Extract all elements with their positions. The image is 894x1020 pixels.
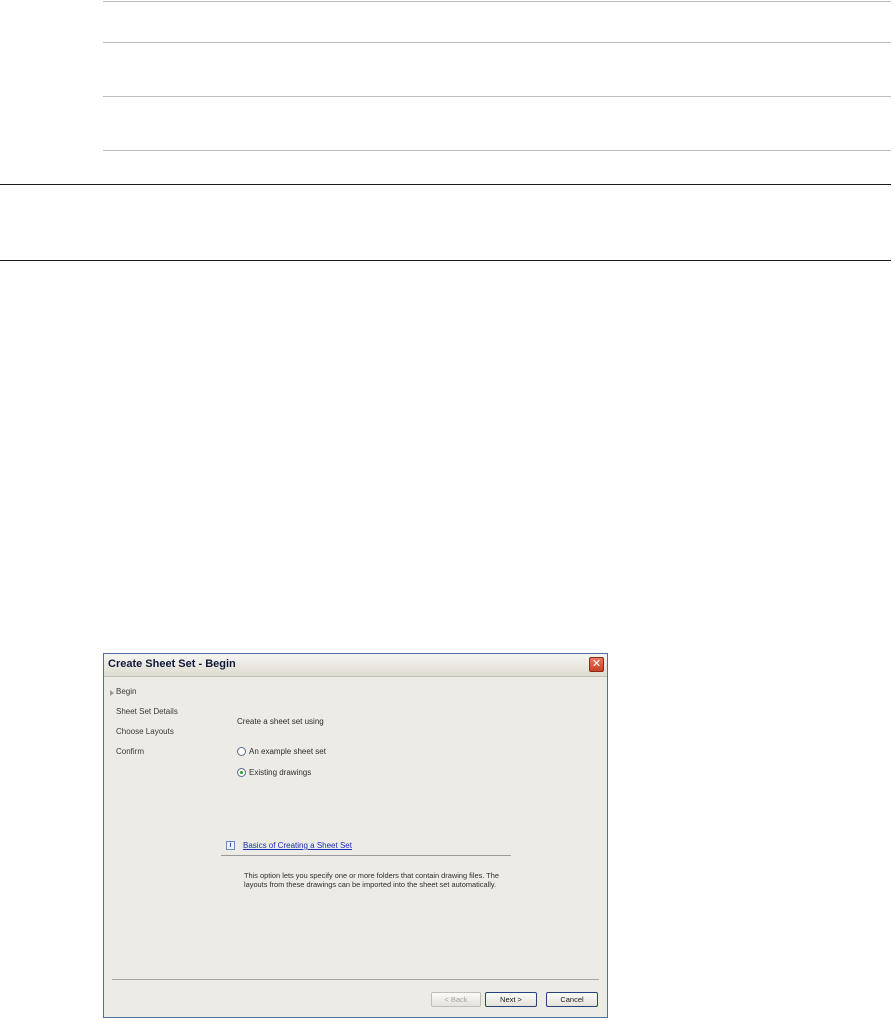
option-existing-drawings[interactable]: Existing drawings	[237, 768, 311, 777]
basics-link[interactable]: Basics of Creating a Sheet Set	[243, 841, 352, 850]
dialog-body: Begin Sheet Set Details Choose Layouts C…	[104, 677, 607, 1017]
nav-item-choose-layouts[interactable]: Choose Layouts	[116, 727, 174, 736]
rule-line	[0, 184, 891, 185]
nav-item-begin[interactable]: Begin	[116, 687, 136, 696]
rule-line	[103, 96, 891, 97]
rule-line	[103, 150, 891, 151]
dialog-titlebar: Create Sheet Set - Begin ✕	[104, 654, 607, 677]
create-sheet-set-dialog: Create Sheet Set - Begin ✕ Begin Sheet S…	[103, 653, 608, 1018]
divider	[221, 855, 511, 856]
dialog-title: Create Sheet Set - Begin	[108, 658, 236, 670]
next-button[interactable]: Next >	[485, 992, 537, 1007]
close-icon[interactable]: ✕	[589, 657, 604, 672]
rule-line	[103, 42, 891, 43]
radio-button[interactable]	[237, 768, 246, 777]
current-step-arrow-icon	[110, 690, 114, 696]
option-label: Existing drawings	[249, 768, 312, 777]
description-text: This option lets you specify one or more…	[244, 871, 499, 889]
rule-line	[0, 260, 891, 261]
radio-button[interactable]	[237, 747, 246, 756]
option-example-sheet-set[interactable]: An example sheet set	[237, 747, 326, 756]
footer-divider	[112, 979, 599, 980]
nav-item-sheet-set-details[interactable]: Sheet Set Details	[116, 707, 178, 716]
info-row: i Basics of Creating a Sheet Set	[226, 841, 352, 850]
back-button[interactable]: < Back	[431, 992, 481, 1007]
section-label: Create a sheet set using	[237, 717, 324, 726]
nav-item-confirm[interactable]: Confirm	[116, 747, 144, 756]
cancel-button[interactable]: Cancel	[546, 992, 598, 1007]
option-label: An example sheet set	[249, 747, 326, 756]
info-icon: i	[226, 841, 235, 850]
rule-line	[103, 1, 891, 2]
